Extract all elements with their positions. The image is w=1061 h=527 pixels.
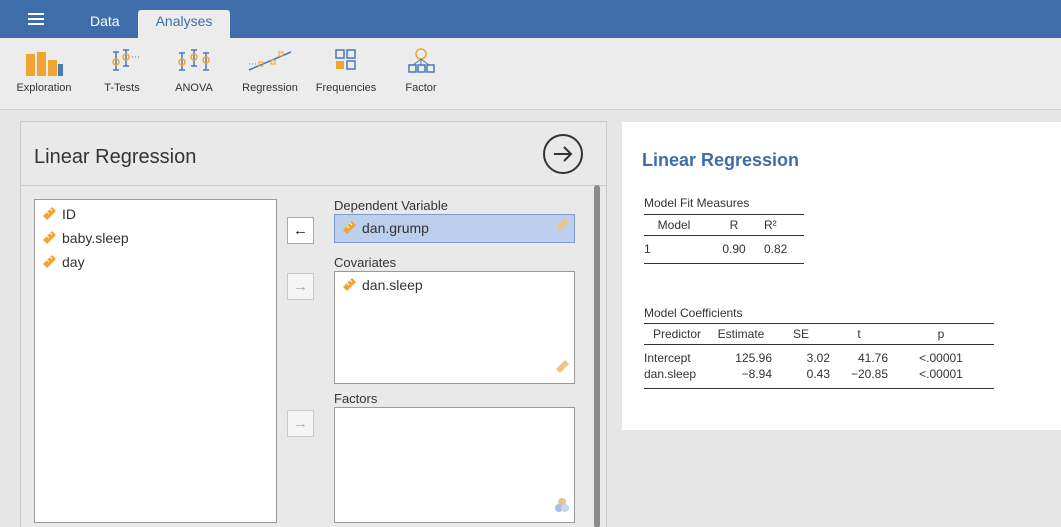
t-tests-button[interactable]: T-Tests: [96, 48, 148, 104]
panel-title: Linear Regression: [34, 146, 197, 168]
continuous-variable-hint-icon: [554, 216, 570, 237]
variable-name: day: [62, 254, 85, 270]
list-item[interactable]: baby.sleep: [41, 228, 129, 248]
hamburger-menu-icon[interactable]: [28, 13, 44, 25]
continuous-variable-icon: [41, 205, 57, 226]
table-cell: −20.85: [830, 366, 888, 389]
table-cell: −8.94: [710, 366, 772, 389]
factor-icon: [408, 48, 435, 73]
table-header: t: [830, 323, 888, 345]
analysis-options-panel: Linear Regression ID baby.sleep day ← → …: [20, 121, 607, 527]
regression-label: Regression: [242, 82, 298, 94]
run-analysis-button[interactable]: [543, 134, 583, 174]
coefficients-table: Predictor Estimate SE t p Intercept 125.…: [644, 323, 994, 389]
t-tests-label: T-Tests: [104, 82, 140, 94]
exploration-button[interactable]: Exploration: [8, 48, 80, 104]
table-header: Predictor: [644, 323, 710, 345]
table-row: dan.sleep −8.94 0.43 −20.85 <.00001: [644, 366, 994, 389]
list-item[interactable]: ID: [41, 204, 76, 224]
regression-button[interactable]: Regression: [238, 48, 302, 104]
frequencies-label: Frequencies: [315, 82, 377, 94]
continuous-variable-icon: [41, 253, 57, 274]
continuous-variable-icon: [41, 229, 57, 250]
anova-button[interactable]: ANOVA: [168, 48, 220, 104]
regression-icon: [248, 51, 292, 71]
variable-name: baby.sleep: [62, 230, 129, 246]
table-cell: 0.82: [764, 235, 804, 264]
table-cell: dan.sleep: [644, 366, 710, 389]
results-title: Linear Regression: [642, 150, 800, 170]
table-cell: 41.76: [857, 351, 888, 365]
table-header: Model: [644, 214, 704, 236]
table-header: R: [704, 214, 764, 236]
panel-scrollbar[interactable]: [594, 185, 600, 527]
table-cell: 125.96: [735, 351, 772, 365]
frequencies-button[interactable]: Frequencies: [312, 48, 380, 104]
continuous-variable-hint-icon: [554, 358, 570, 379]
table-cell: 3.02: [806, 351, 830, 365]
variable-list[interactable]: ID baby.sleep day: [34, 199, 277, 523]
table-header: p: [888, 323, 994, 345]
anova-icon: [178, 49, 210, 71]
table-header: SE: [772, 323, 830, 345]
exploration-label: Exploration: [16, 82, 72, 94]
move-to-covariates-button[interactable]: →: [287, 273, 314, 300]
continuous-variable-icon: [341, 276, 357, 297]
table-cell: <.00001: [919, 351, 963, 365]
factors-label: Factors: [334, 391, 378, 406]
variable-name: ID: [62, 206, 76, 222]
t-tests-icon: [112, 49, 141, 71]
results-panel: Linear Regression Model Fit Measures Mod…: [622, 122, 1061, 430]
frequencies-icon: [335, 49, 356, 70]
move-to-dependent-button[interactable]: ←: [287, 217, 314, 244]
coefficients-title: Model Coefficients: [644, 306, 743, 320]
table-cell: 0.43: [772, 366, 830, 389]
table-cell: 0.90: [704, 235, 764, 264]
continuous-variable-icon: [341, 219, 357, 240]
list-item[interactable]: day: [41, 252, 85, 272]
tab-data[interactable]: Data: [74, 10, 136, 38]
arrow-right-icon: [554, 146, 573, 162]
covariates-label: Covariates: [334, 255, 397, 270]
table-header: Estimate: [710, 323, 772, 345]
dependent-variable-name: dan.grump: [362, 220, 429, 236]
factor-button[interactable]: Factor: [396, 48, 446, 104]
table-cell: <.00001: [888, 366, 994, 389]
factors-box[interactable]: [334, 407, 575, 523]
anova-label: ANOVA: [175, 82, 213, 94]
nominal-variable-hint-icon: [554, 497, 570, 518]
list-item[interactable]: dan.sleep: [341, 275, 423, 297]
table-header: R²: [764, 214, 804, 236]
analyses-ribbon: Exploration T-Tests ANOVA Regression Fre…: [0, 38, 1061, 110]
dependent-variable-box[interactable]: dan.grump: [334, 214, 575, 243]
model-fit-table: Model R R² 1 0.90 0.82: [644, 214, 804, 264]
covariates-box[interactable]: dan.sleep: [334, 271, 575, 384]
tab-analyses[interactable]: Analyses: [138, 10, 230, 38]
dependent-variable-label: Dependent Variable: [334, 198, 448, 213]
top-bar: Data Analyses: [0, 0, 1061, 38]
table-row: Intercept 125.96 3.02 41.76 <.00001: [644, 345, 994, 367]
dependent-variable-item[interactable]: dan.grump: [341, 218, 429, 240]
panel-divider: [21, 185, 606, 186]
table-cell: Intercept: [644, 351, 691, 365]
move-to-factors-button[interactable]: →: [287, 410, 314, 437]
table-row: 1 0.90 0.82: [644, 235, 804, 264]
factor-label: Factor: [405, 82, 437, 94]
covariate-name: dan.sleep: [362, 277, 423, 293]
table-cell: 1: [644, 235, 704, 264]
model-fit-title: Model Fit Measures: [644, 196, 750, 210]
exploration-icon: [26, 52, 63, 76]
